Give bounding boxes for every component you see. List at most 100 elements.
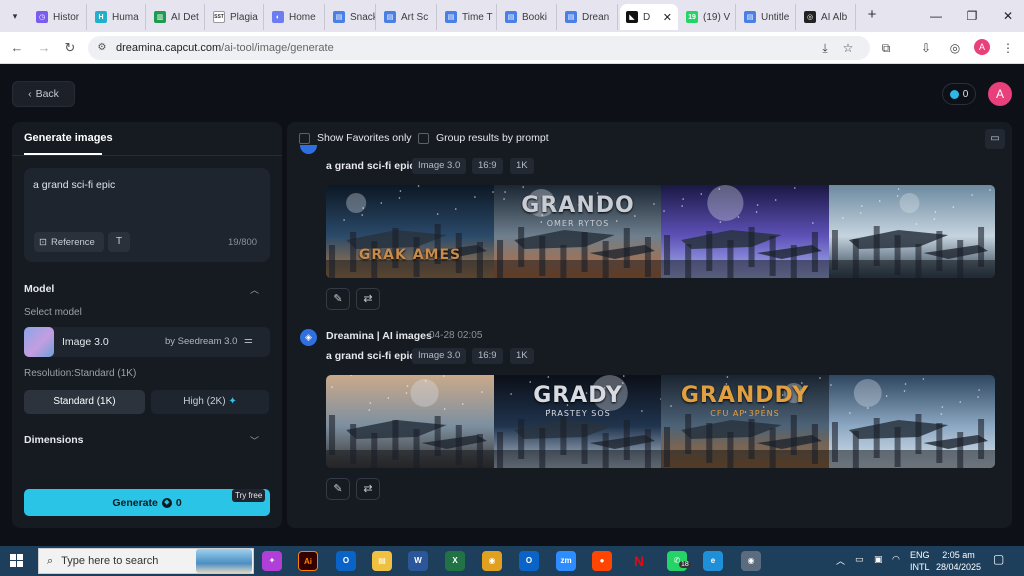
downloads-icon[interactable]: ⇩ <box>918 40 934 56</box>
tab-favicon-icon: ▤ <box>384 11 396 23</box>
browser-tab[interactable]: 19 (19) V <box>680 4 736 30</box>
forward-arrow-icon[interactable]: → <box>36 40 52 56</box>
tab-generate-images[interactable]: Generate images <box>24 132 113 144</box>
generated-image[interactable]: GRANDO OMER RYTOS <box>494 185 662 278</box>
result-prompt[interactable]: a grand sci-fi epic <box>326 160 415 172</box>
user-avatar[interactable]: A <box>988 82 1012 106</box>
tray-chevron-up-icon[interactable]: ︿ <box>836 554 845 567</box>
menu-kebab-icon[interactable]: ⋮ <box>1000 40 1016 56</box>
resolution-high-button[interactable]: High (2K) ✦ <box>151 390 269 414</box>
folder-icon[interactable]: ▭ <box>985 129 1005 149</box>
resolution-tag: 1K <box>510 158 534 174</box>
address-bar[interactable]: dreamina.capcut.com/ai-tool/image/genera… <box>88 36 870 60</box>
text-format-button[interactable]: T <box>108 232 130 252</box>
chrome-icon[interactable]: ◉ <box>482 551 502 571</box>
browser-tab[interactable]: ◐ Home <box>266 4 325 30</box>
site-info-icon[interactable]: ⚙ <box>95 41 109 55</box>
resolution-standard-button[interactable]: Standard (1K) <box>24 390 145 414</box>
regenerate-icon[interactable]: ⇄ <box>356 288 380 310</box>
chrome-active-icon[interactable]: ◉ <box>741 551 761 571</box>
windows-start-icon[interactable] <box>10 554 24 568</box>
model-tag: Image 3.0 <box>412 348 467 364</box>
scene-art <box>326 185 494 278</box>
zoom-icon[interactable]: zm <box>556 551 576 571</box>
chevron-down-icon[interactable]: ﹀ <box>250 434 259 447</box>
close-window-icon[interactable]: ✕ <box>998 7 1018 25</box>
outlook-new-icon[interactable]: O <box>519 551 539 571</box>
word-icon[interactable]: W <box>408 551 428 571</box>
browser-tab[interactable]: ◷ Histor <box>30 4 87 30</box>
group-results-checkbox[interactable] <box>418 133 429 144</box>
battery-icon[interactable]: ▭ <box>855 554 864 565</box>
back-arrow-icon[interactable]: ← <box>9 40 25 56</box>
browser-tab[interactable]: ▥ AI Det <box>148 4 205 30</box>
browser-tab[interactable]: ▤ Drean <box>559 4 618 30</box>
browser-profile-avatar[interactable]: A <box>974 39 990 55</box>
browser-tab[interactable]: ◎ AI Alb <box>798 4 856 30</box>
tab-search-chevron-icon[interactable]: ▾ <box>6 7 24 25</box>
wifi-icon[interactable]: ◠ <box>892 554 900 565</box>
browser-tab[interactable]: H Huma <box>89 4 146 30</box>
system-clock[interactable]: 2:05 am 28/04/2025 <box>936 549 981 573</box>
edit-pencil-icon[interactable]: ✎ <box>326 478 350 500</box>
prompt-text[interactable]: a grand sci-fi epic <box>33 179 115 191</box>
browser-tab[interactable]: ▤ Booki <box>499 4 557 30</box>
edit-pencil-icon[interactable]: ✎ <box>326 288 350 310</box>
generated-image[interactable]: GRADY PRASTEY SOS <box>494 375 662 468</box>
clock-date: 28/04/2025 <box>936 562 982 572</box>
regenerate-icon[interactable]: ⇄ <box>356 478 380 500</box>
tab-label: Booki <box>522 11 548 23</box>
performance-icon[interactable]: ◎ <box>947 40 963 56</box>
browser-tab[interactable]: SST Plagia <box>207 4 264 30</box>
generated-image[interactable] <box>661 185 829 278</box>
maximize-icon[interactable]: ❐ <box>962 7 982 25</box>
edge-icon[interactable]: e <box>703 551 723 571</box>
result-author: Dreamina | AI images <box>326 330 432 342</box>
close-tab-icon[interactable]: ✕ <box>663 11 672 24</box>
show-favorites-label: Show Favorites only <box>317 132 412 144</box>
generated-image[interactable] <box>829 185 995 278</box>
illustrator-icon[interactable]: Ai <box>298 551 318 571</box>
url-path: /ai-tool/image/generate <box>221 42 334 54</box>
file-explorer-icon[interactable]: ▤ <box>372 551 392 571</box>
tab-favicon-icon: ◣ <box>626 11 638 23</box>
reload-icon[interactable]: ↻ <box>62 40 78 56</box>
generated-image[interactable] <box>326 375 494 468</box>
outlook-icon[interactable]: O <box>336 551 356 571</box>
model-tag: Image 3.0 <box>412 158 467 174</box>
notifications-icon[interactable]: ▢ <box>993 552 1004 566</box>
new-tab-plus-icon[interactable]: + <box>865 7 879 22</box>
credits-badge[interactable]: 0 <box>942 83 976 105</box>
browser-tab[interactable]: ▤ Untitle <box>738 4 796 30</box>
sparkle-icon: ✦ <box>228 396 237 407</box>
sliders-icon[interactable]: ⚌ <box>244 335 253 346</box>
search-highlight-image <box>196 549 252 573</box>
generated-image[interactable] <box>829 375 995 468</box>
chevron-up-icon[interactable]: ︿ <box>250 283 259 296</box>
language-indicator[interactable]: ENG INTL <box>910 549 930 573</box>
browser-tab[interactable]: ▤ Art Sc <box>378 4 437 30</box>
result-prompt[interactable]: a grand sci-fi epic <box>326 350 415 362</box>
credits-count: 0 <box>962 88 969 100</box>
minimize-icon[interactable]: — <box>926 7 946 25</box>
netflix-icon[interactable]: N <box>629 551 649 571</box>
tab-favicon-icon: ◐ <box>272 11 284 23</box>
browser-tab[interactable]: ◣ D ✕ <box>620 4 678 30</box>
browser-tab[interactable]: ▤ Snack <box>327 4 376 30</box>
reddit-icon[interactable]: ● <box>592 551 612 571</box>
excel-icon[interactable]: X <box>445 551 465 571</box>
copilot-icon[interactable]: ✦ <box>262 551 282 571</box>
browser-tab[interactable]: ▤ Time T <box>439 4 497 30</box>
scene-art <box>829 188 995 278</box>
bookmark-star-icon[interactable]: ☆ <box>840 40 856 56</box>
display-icon[interactable]: ▣ <box>874 554 883 565</box>
ratio-tag: 16:9 <box>472 348 503 364</box>
show-favorites-checkbox[interactable] <box>299 133 310 144</box>
extensions-icon[interactable]: ⧉ <box>878 40 894 56</box>
generated-image[interactable]: GRANDDY CFU AP 3PENS <box>661 375 829 468</box>
whatsapp-badge: 18 <box>679 561 691 568</box>
generated-image[interactable]: GRAK AMES <box>326 185 494 278</box>
reference-button[interactable]: ⊡ Reference <box>34 232 104 252</box>
back-button[interactable]: ‹ Back <box>12 81 75 107</box>
install-app-icon[interactable]: ⤓ <box>817 40 833 56</box>
